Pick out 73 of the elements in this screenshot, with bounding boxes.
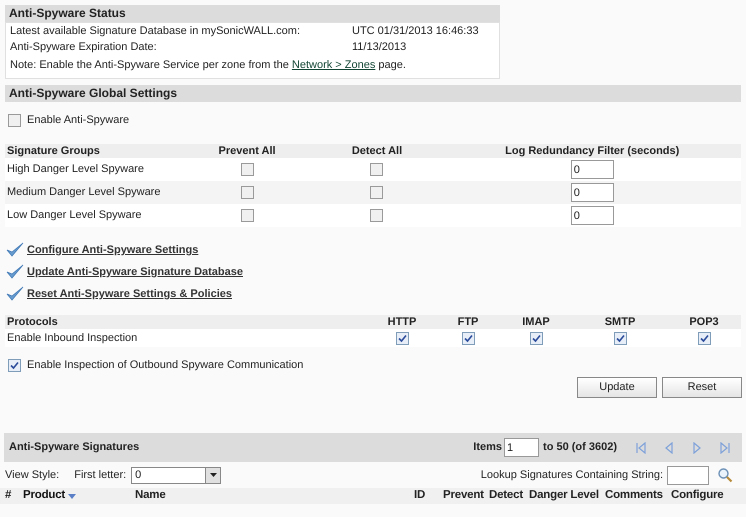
column-header: SMTP (604, 315, 636, 329)
checkbox[interactable] (8, 358, 21, 372)
outbound-label: Enable Inspection of Outbound Spyware Communication (27, 358, 304, 373)
column-header: IMAP (522, 315, 550, 329)
checkbox[interactable] (240, 209, 254, 222)
zones-link[interactable]: Network > Zones (292, 58, 376, 71)
column-header: Signature Groups (6, 144, 101, 159)
note-text: Note: Enable the Anti-Spyware Service per zone from the Network > Zones page. (10, 58, 406, 73)
column-header: Detect All (350, 144, 404, 159)
first-letter-label: First letter: (74, 468, 126, 483)
group-name: High Danger Level Spyware (6, 162, 145, 178)
view-style-label: View Style: (5, 468, 60, 483)
form-button[interactable]: Reset (662, 377, 742, 398)
filter-field[interactable]: 0 (570, 160, 614, 179)
dropdown-arrow-icon (210, 473, 217, 477)
status-value: UTC 01/31/2013 16:46:33 (352, 24, 479, 39)
items-range: to 50 (of 3602) (543, 440, 617, 456)
last-page-icon[interactable] (719, 442, 731, 454)
filter-field[interactable]: 0 (570, 206, 614, 225)
first-page-icon[interactable] (635, 442, 647, 454)
search-icon[interactable] (717, 467, 733, 483)
form-button[interactable]: Update (577, 377, 657, 398)
items-field[interactable]: 1 (504, 438, 540, 457)
checkbox[interactable] (462, 332, 475, 345)
checkbox[interactable] (370, 186, 384, 199)
checkbox[interactable] (614, 332, 627, 345)
action-link[interactable]: Update Anti-Spyware Signature Database (27, 264, 243, 280)
enable-label: Enable Anti-Spyware (27, 112, 130, 128)
status-value: 11/13/2013 (352, 40, 406, 55)
checkbox[interactable] (240, 186, 254, 199)
checkmark-icon (6, 264, 24, 280)
column-header: Protocols (7, 315, 58, 329)
checkbox[interactable] (240, 163, 254, 176)
column-header[interactable]: Prevent (443, 487, 484, 505)
group-name: Low Danger Level Spyware (6, 208, 143, 224)
previous-page-icon[interactable] (663, 442, 675, 454)
column-header[interactable]: Name (135, 487, 166, 505)
column-header[interactable]: Configure (671, 487, 724, 505)
lookup-label: Lookup Signatures Containing String: (480, 468, 663, 483)
sort-arrow-icon (68, 494, 76, 498)
next-page-icon[interactable] (691, 442, 703, 454)
column-header: Prevent All (218, 144, 277, 159)
checkbox[interactable] (370, 163, 384, 176)
column-header[interactable]: Comments (605, 487, 663, 505)
section-title: Anti-Spyware Signatures (9, 440, 140, 456)
status-label: Anti-Spyware Expiration Date: (10, 40, 158, 55)
lookup-field[interactable] (667, 466, 709, 484)
column-header: Log Redundancy Filter (seconds) (504, 144, 680, 159)
column-header: HTTP (388, 315, 416, 329)
group-name: Medium Danger Level Spyware (6, 185, 162, 200)
section-header: Anti-Spyware Status (5, 5, 500, 22)
checkbox[interactable] (8, 114, 21, 126)
checkmark-icon (6, 286, 24, 302)
column-header[interactable]: Danger Level (529, 487, 599, 505)
checkbox[interactable] (370, 209, 384, 222)
status-label: Latest available Signature Database in mySonicWALL.com: (10, 24, 302, 39)
checkmark-icon (6, 242, 24, 258)
action-link[interactable]: Configure Anti-Spyware Settings (27, 242, 198, 258)
action-link[interactable]: Reset Anti-Spyware Settings & Policies (27, 286, 232, 302)
inbound-label: Enable Inbound Inspection (7, 331, 138, 346)
column-header: FTP (458, 315, 478, 329)
checkbox[interactable] (698, 332, 711, 345)
checkbox[interactable] (530, 332, 543, 345)
items-label: Items (473, 440, 502, 456)
column-header[interactable]: # (5, 487, 12, 505)
column-header: POP3 (689, 315, 719, 329)
first-letter-dropdown[interactable]: 0 (131, 466, 222, 484)
checkbox[interactable] (396, 332, 409, 345)
column-header[interactable]: Product (23, 487, 66, 505)
section-header: Anti-Spyware Global Settings (5, 85, 741, 102)
filter-field[interactable]: 0 (570, 183, 614, 202)
column-header[interactable]: ID (414, 487, 426, 505)
column-header[interactable]: Detect (489, 487, 523, 505)
